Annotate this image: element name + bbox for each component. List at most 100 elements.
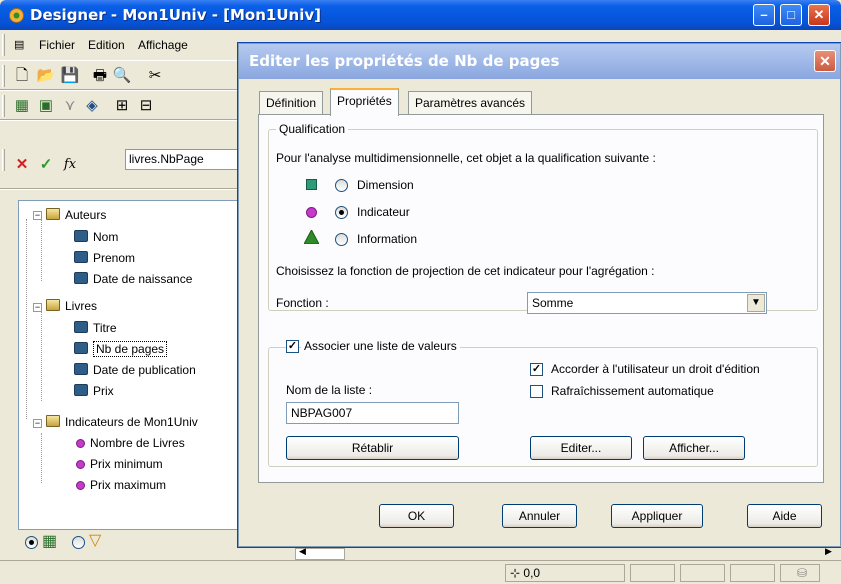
tree-indicator-prix-maximum[interactable]: Prix maximum [74,476,166,494]
tree-object-date-publication[interactable]: Date de publication [74,361,196,379]
insert-join-icon[interactable]: ⋎ [60,96,80,116]
radio-information[interactable] [335,233,348,246]
cancel-x-icon[interactable]: ✕ [12,155,32,175]
projection-text: Choisissez la fonction de projection de … [276,264,655,278]
expand-toggle-auteurs[interactable]: − [33,211,42,220]
tree-label: Prenom [93,251,136,265]
indicator-icon [76,460,85,469]
apply-button[interactable]: Appliquer [611,504,703,528]
status-cell [680,564,725,582]
view-classes-radio[interactable] [25,536,38,549]
associate-lov-label: Associer une liste de valeurs [301,339,460,353]
designer-app-icon [9,8,24,23]
view-filters-radio[interactable] [72,536,85,549]
cursor-icon: ⊹ [510,566,524,580]
object-icon [74,251,88,263]
associate-lov-checkbox[interactable]: ✓ [286,340,299,353]
insert-table-icon[interactable]: ▦ [12,96,32,116]
menubar-grip[interactable] [2,34,5,56]
label-indicateur: Indicateur [357,205,410,219]
allow-edit-checkbox[interactable]: ✓ [530,363,543,376]
folder-icon [46,415,60,427]
edit-lov-button[interactable]: Editer... [530,436,632,460]
tree-label: Prix maximum [90,478,167,492]
universe-tree[interactable]: − Auteurs Nom Prenom Date de naissance −… [18,200,243,530]
tree-label: Nombre de Livres [90,436,185,450]
separator [0,188,245,190]
chevron-down-icon[interactable]: ▼ [747,294,765,312]
menu-fichier[interactable]: Fichier [39,38,75,52]
save-icon[interactable]: 💾 [60,66,80,86]
status-cell [730,564,775,582]
show-lov-button[interactable]: Afficher... [643,436,745,460]
tree-object-nb-pages[interactable]: Nb de pages [74,340,168,358]
tab-definition[interactable]: Définition [259,91,324,115]
auto-refresh-checkbox[interactable] [530,385,543,398]
radio-dimension[interactable] [335,179,348,192]
status-coordinates: ⊹ 0,0 [505,564,625,582]
function-label: Fonction : [276,296,329,310]
function-select-value: Somme [532,296,574,310]
cancel-button[interactable]: Annuler [502,504,577,528]
insert-class-icon[interactable]: ▣ [36,96,56,116]
tree-folder-indicateurs[interactable]: Indicateurs de Mon1Univ [46,413,198,431]
scroll-right-icon[interactable]: ▶ [825,546,832,557]
print-icon[interactable]: 🖶 [90,66,110,86]
allow-edit-label: Accorder à l'utilisateur un droit d'édit… [551,362,760,376]
status-cell [630,564,675,582]
ok-button[interactable]: OK [379,504,454,528]
menu-edition[interactable]: Edition [88,38,125,52]
menu-bar: ▤ Fichier Edition Affichage [0,30,260,60]
tree-object-date-naissance[interactable]: Date de naissance [74,270,192,288]
insert-condition-icon[interactable]: ◈ [82,96,102,116]
dialog-titlebar: Editer les propriétés de Nb de pages ✕ [239,44,840,79]
cut-icon[interactable]: ✂ [145,66,165,86]
toolbar-grip[interactable] [2,65,5,87]
open-folder-icon[interactable]: 📂 [36,66,56,86]
tree-indicator-nombre-livres[interactable]: Nombre de Livres [74,434,185,452]
edit-properties-dialog: Editer les propriétés de Nb de pages ✕ D… [238,43,841,547]
tree-label-selected: Nb de pages [93,341,168,357]
toolbar2-grip[interactable] [2,95,5,117]
tree-folder-livres[interactable]: Livres [46,297,97,315]
tab-proprietes[interactable]: Propriétés [330,88,399,116]
list-name-input[interactable]: NBPAG007 [286,402,459,424]
dialog-close-button[interactable]: ✕ [814,50,836,72]
function-select[interactable]: Somme ▼ [527,292,767,314]
tree-object-titre[interactable]: Titre [74,319,117,337]
tree-folder-auteurs[interactable]: Auteurs [46,206,106,224]
tree-label: Nom [93,230,119,244]
properties-panel: Qualification Pour l'analyse multidimens… [258,114,824,483]
print-preview-icon[interactable]: 🔍 [112,66,132,86]
tree-connector [41,309,42,401]
reset-button[interactable]: Rétablir [286,436,459,460]
menu-affichage[interactable]: Affichage [138,38,188,52]
tree-object-nom[interactable]: Nom [74,228,118,246]
expand-toggle-indicateurs[interactable]: − [33,419,42,428]
minimize-button[interactable]: – [753,4,775,26]
object-icon [74,384,88,396]
tab-parametres-avances[interactable]: Paramètres avancés [408,91,533,115]
close-button[interactable]: ✕ [808,4,830,26]
object-icon [74,363,88,375]
function-icon[interactable]: fx [60,155,80,175]
help-button[interactable]: Aide [747,504,822,528]
tree-object-prix[interactable]: Prix [74,382,114,400]
horizontal-scrollbar[interactable]: ◀ [295,546,345,560]
insert-object-icon[interactable]: ⊞ [112,96,132,116]
dialog-title: Editer les propriétés de Nb de pages [249,52,560,70]
validate-check-icon[interactable]: ✓ [36,155,56,175]
document-menu-icon[interactable]: ▤ [14,38,24,51]
tree-connector [26,219,27,419]
maximize-button[interactable]: □ [780,4,802,26]
scroll-left-icon[interactable]: ◀ [299,546,306,557]
tree-label: Prix minimum [90,457,163,471]
radio-indicateur[interactable] [335,206,348,219]
toolbar3-grip[interactable] [2,149,5,171]
new-document-icon[interactable]: 🗋 [12,66,32,86]
insert-subclass-icon[interactable]: ⊟ [136,96,156,116]
expand-toggle-livres[interactable]: − [33,303,42,312]
tree-indicator-prix-minimum[interactable]: Prix minimum [74,455,163,473]
tree-object-prenom[interactable]: Prenom [74,249,135,267]
filter-funnel-icon: ▽ [89,532,102,549]
